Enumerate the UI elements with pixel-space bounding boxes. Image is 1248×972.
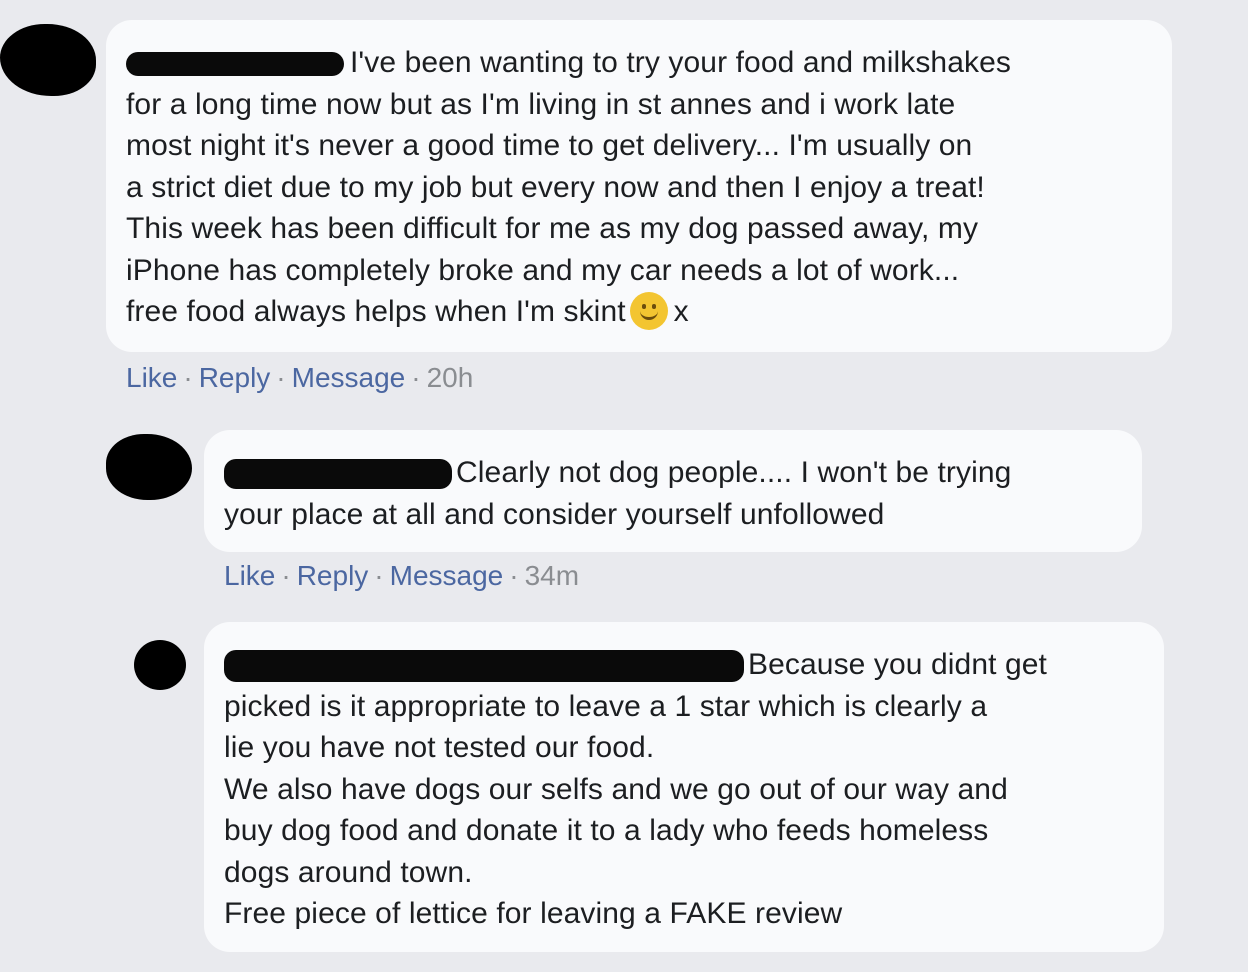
comment-text-line: lie you have not tested our food. xyxy=(224,731,655,764)
commenter-avatar-redacted[interactable] xyxy=(106,434,192,500)
message-link[interactable]: Message xyxy=(390,560,504,591)
comment-text-line: iPhone has completely broke and my car n… xyxy=(126,253,960,287)
comment-text-line: This week has been difficult for me as m… xyxy=(126,212,979,245)
comment-text-line: I've been wanting to try your food and m… xyxy=(126,42,1152,84)
separator-dot: · xyxy=(509,560,519,591)
reply-link[interactable]: Reply xyxy=(297,560,369,591)
separator-dot: · xyxy=(281,560,291,591)
comment-text-line: most night it's never a good time to get… xyxy=(126,129,973,162)
comment-actions: Like · Reply · Message · 34m xyxy=(224,560,579,592)
separator-dot: · xyxy=(374,560,384,591)
comment-actions: Like · Reply · Message · 20h xyxy=(126,362,473,394)
timestamp[interactable]: 20h xyxy=(427,362,474,393)
comment-text-line: Free piece of lettice for leaving a FAKE… xyxy=(224,897,843,930)
comment-text-line: picked is it appropriate to leave a 1 st… xyxy=(224,689,988,723)
commenter-avatar-redacted[interactable] xyxy=(0,24,96,96)
separator-dot: · xyxy=(411,362,421,393)
like-link[interactable]: Like xyxy=(224,560,275,591)
comment-text-line: a strict diet due to my job but every no… xyxy=(126,170,985,204)
reply-link[interactable]: Reply xyxy=(199,362,271,393)
author-name-redacted[interactable] xyxy=(126,52,344,77)
smiley-emoji-icon xyxy=(629,292,668,330)
separator-dot: · xyxy=(183,362,193,393)
comment-text-line: Clearly not dog people.... I won't be tr… xyxy=(224,452,1122,494)
comment-text-line: dogs around town. xyxy=(224,855,473,889)
comment-text-line: We also have dogs our selfs and we go ou… xyxy=(224,772,1008,806)
comment-text-line: for a long time now but as I'm living in… xyxy=(126,87,956,121)
message-link[interactable]: Message xyxy=(292,362,406,393)
comment-bubble: Because you didnt get picked is it appro… xyxy=(204,622,1164,952)
comment-bubble: Clearly not dog people.... I won't be tr… xyxy=(204,430,1142,552)
author-name-redacted[interactable] xyxy=(224,459,452,490)
comment-text-line: free food always helps when I'm skint x xyxy=(126,291,1152,333)
like-link[interactable]: Like xyxy=(126,362,177,393)
comment-text-line: buy dog food and donate it to a lady who… xyxy=(224,814,989,847)
comment-text-line: Because you didnt get xyxy=(224,644,1144,686)
comment-bubble: I've been wanting to try your food and m… xyxy=(106,20,1172,352)
comment-text-line: your place at all and consider yourself … xyxy=(224,497,885,531)
comment-thread: I've been wanting to try your food and m… xyxy=(0,0,1248,972)
timestamp[interactable]: 34m xyxy=(525,560,579,591)
commenter-avatar-redacted[interactable] xyxy=(134,640,186,690)
separator-dot: · xyxy=(276,362,286,393)
author-name-redacted[interactable] xyxy=(224,650,744,683)
